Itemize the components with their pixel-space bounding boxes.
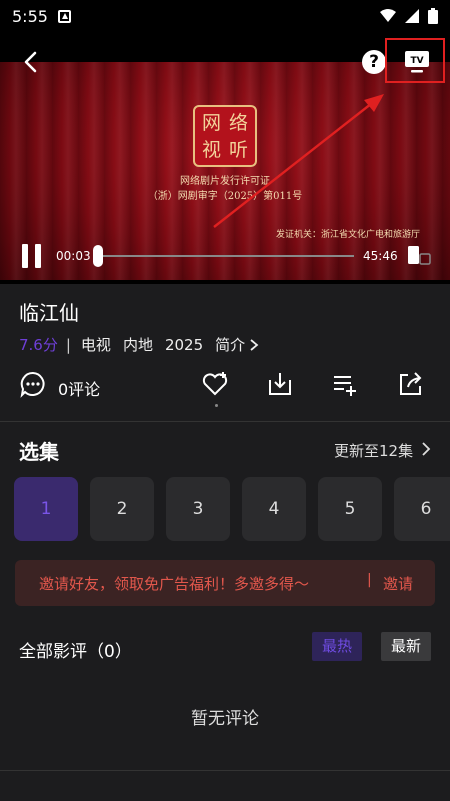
year-tag: 2025 [164,335,204,354]
license-seal-logo: 网 络 视 听 [193,105,257,167]
rating-score: 7.6分 [19,336,58,354]
chevron-right-icon[interactable] [420,441,432,457]
wifi-icon [380,9,396,22]
episode-button-4[interactable]: 4 [242,477,306,541]
license-title: 网络剧片发行许可证 [180,176,270,187]
episode-button-2[interactable]: 2 [90,477,154,541]
comment-count[interactable]: 0评论 [58,376,100,400]
signal-icon [405,9,419,23]
seal-char: 网 [201,112,221,134]
show-meta: 7.6分 | 电视 内地 2025 简介 [19,334,260,355]
favorite-heart-icon[interactable] [201,370,229,398]
help-icon[interactable]: ? [362,50,386,74]
chevron-right-icon[interactable] [248,338,260,352]
invite-divider: | [367,572,372,588]
seal-char: 听 [228,139,248,161]
reviews-title: 全部影评（0） [19,642,132,662]
progress-thumb[interactable] [93,245,103,267]
rotate-screen-icon[interactable] [407,244,431,266]
divider [0,770,450,771]
episode-button-1[interactable]: 1 [14,477,78,541]
episode-button-5[interactable]: 5 [318,477,382,541]
seal-char: 络 [228,112,248,134]
status-time: 5:55 [12,7,48,26]
empty-reviews-text: 暂无评论 [191,709,259,729]
pause-button[interactable] [22,244,42,268]
episode-button-3[interactable]: 3 [166,477,230,541]
progress-track[interactable] [98,255,354,257]
video-frame [0,62,450,280]
current-time: 00:03 [56,249,91,263]
indicator-dot [215,404,218,407]
share-icon[interactable] [396,370,424,398]
sort-new-button[interactable]: 最新 [381,632,431,661]
episodes-update-status[interactable]: 更新至12集 [334,440,413,461]
download-icon[interactable] [266,370,294,398]
invite-text: 邀请好友，领取免广告福利！多邀多得～ [39,575,310,593]
comment-icon[interactable] [19,370,47,398]
battery-icon [428,8,438,24]
episode-list: 1 2 3 4 5 6 [14,477,450,541]
license-issuer: 发证机关：浙江省文化广电和旅游厅 [275,230,420,240]
intro-link[interactable]: 简介 [215,334,245,355]
meta-separator: | [65,335,71,354]
invite-button[interactable]: 邀请 [383,573,413,594]
sort-hot-button[interactable]: 最热 [312,632,362,661]
region-tag: 内地 [122,336,153,354]
genre-tag: 电视 [80,336,111,354]
app-notification-icon [58,10,71,23]
divider [0,421,450,422]
duration: 45:46 [363,249,398,263]
status-bar: 5:55 [0,0,450,34]
episodes-title: 选集 [19,440,59,464]
invite-banner: 邀请好友，领取免广告福利！多邀多得～ | 邀请 [15,560,435,606]
license-number: （浙）网剧审字（2025）第011号 [147,191,303,202]
highlight-box-annotation [385,38,445,83]
show-title: 临江仙 [19,301,79,325]
seal-char: 视 [201,139,221,161]
back-arrow-icon[interactable] [20,50,44,74]
add-to-playlist-icon[interactable] [331,370,359,398]
episode-button-6[interactable]: 6 [394,477,450,541]
